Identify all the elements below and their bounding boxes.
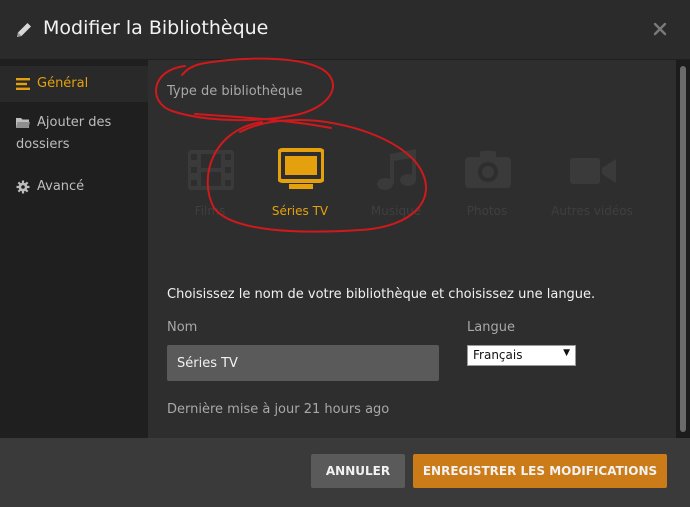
- library-type-label: Films: [194, 204, 226, 218]
- dialog-header: Modifier la Bibliothèque: [0, 0, 690, 60]
- language-select-value: Français: [473, 348, 523, 362]
- gear-icon: [16, 180, 30, 194]
- edit-library-dialog: Modifier la Bibliothèque Général Ajouter…: [0, 0, 690, 507]
- language-select[interactable]: Français ▼: [467, 345, 576, 366]
- close-icon[interactable]: [652, 21, 668, 37]
- library-type-label: Photos: [466, 204, 508, 218]
- save-changes-button[interactable]: ENREGISTRER LES MODIFICATIONS: [413, 454, 667, 488]
- camera-icon: [465, 151, 511, 188]
- last-updated-text: Dernière mise à jour 21 hours ago: [167, 402, 390, 417]
- sidebar-item-label: dossiers: [16, 137, 70, 152]
- sidebar-item-label: Ajouter des: [37, 115, 112, 130]
- library-type-music[interactable]: Musique: [346, 148, 446, 223]
- library-type-label: Autres vidéos: [551, 204, 633, 218]
- dialog-title: Modifier la Bibliothèque: [43, 17, 269, 39]
- tv-icon: [278, 148, 324, 189]
- cancel-button[interactable]: ANNULER: [311, 454, 405, 488]
- folder-icon: [16, 118, 30, 128]
- menu-lines-icon: [16, 78, 30, 90]
- sidebar-item-general[interactable]: Général: [0, 66, 148, 102]
- form-instruction: Choisissez le nom de votre bibliothèque …: [167, 287, 596, 302]
- video-camera-icon: [570, 158, 616, 184]
- library-type-label: Musique: [370, 204, 422, 218]
- music-icon: [377, 149, 416, 190]
- sidebar-item-label: Avancé: [37, 179, 85, 194]
- chevron-down-icon: ▼: [563, 348, 570, 358]
- library-type-heading: Type de bibliothèque: [167, 84, 303, 99]
- content-panel: [148, 60, 676, 438]
- library-type-tv-shows[interactable]: Séries TV: [250, 148, 350, 223]
- library-type-other-videos[interactable]: Autres vidéos: [542, 148, 642, 223]
- sidebar-item-advanced[interactable]: Avancé: [0, 176, 148, 200]
- library-name-input[interactable]: [167, 345, 439, 381]
- library-type-label: Séries TV: [271, 204, 329, 218]
- scrollbar-thumb[interactable]: [680, 66, 686, 432]
- sidebar-item-label: Général: [37, 76, 89, 91]
- library-type-films[interactable]: Films: [160, 148, 260, 223]
- film-icon: [188, 150, 234, 190]
- name-label: Nom: [167, 320, 198, 335]
- dialog-footer: ANNULER ENREGISTRER LES MODIFICATIONS: [0, 438, 690, 507]
- sidebar: Général Ajouter des dossiers Avancé: [0, 60, 148, 438]
- scrollbar[interactable]: [676, 60, 690, 438]
- library-type-photos[interactable]: Photos: [437, 148, 537, 223]
- language-label: Langue: [467, 320, 515, 335]
- pencil-icon: [17, 23, 31, 37]
- sidebar-item-add-folders[interactable]: Ajouter des dossiers: [0, 112, 148, 164]
